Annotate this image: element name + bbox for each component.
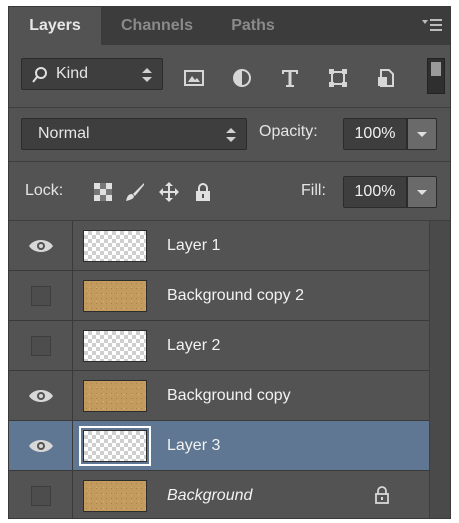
panel-menu-icon[interactable] bbox=[422, 18, 442, 34]
layer-row[interactable]: Background copy 2 bbox=[9, 271, 429, 321]
opacity-dropdown-button[interactable] bbox=[407, 118, 437, 150]
layer-lock-icon[interactable] bbox=[375, 486, 389, 504]
layer-thumbnail[interactable] bbox=[83, 280, 147, 312]
shape-filter-icon[interactable] bbox=[327, 67, 349, 89]
layer-row-selected[interactable]: Layer 3 bbox=[9, 421, 429, 471]
tab-layers[interactable]: Layers bbox=[9, 7, 101, 45]
hidden-visibility-box bbox=[31, 486, 51, 506]
filter-row: Kind bbox=[9, 45, 450, 107]
layers-panel: Layers Channels Paths Kind Normal Opacit… bbox=[8, 6, 451, 519]
filter-toggle-switch[interactable] bbox=[427, 58, 445, 94]
eye-icon bbox=[29, 390, 53, 402]
layer-row[interactable]: Background copy bbox=[9, 371, 429, 421]
filter-kind-label: Kind bbox=[56, 65, 89, 82]
layer-row[interactable]: Background bbox=[9, 471, 429, 518]
layer-thumbnail[interactable] bbox=[79, 426, 151, 466]
blend-row: Normal Opacity: 100% bbox=[9, 107, 450, 161]
opacity-input[interactable]: 100% bbox=[343, 118, 407, 150]
lock-position-icon[interactable] bbox=[159, 182, 179, 202]
eye-icon bbox=[29, 240, 53, 252]
layer-name[interactable]: Background copy 2 bbox=[167, 271, 304, 320]
visibility-toggle[interactable] bbox=[9, 271, 73, 320]
panel-tab-bar: Layers Channels Paths bbox=[9, 7, 450, 45]
smart-object-filter-icon[interactable] bbox=[375, 67, 397, 89]
layer-thumbnail[interactable] bbox=[83, 480, 147, 512]
layer-row[interactable]: Layer 2 bbox=[9, 321, 429, 371]
hidden-visibility-box bbox=[31, 336, 51, 356]
blend-mode-select[interactable]: Normal bbox=[21, 118, 247, 150]
lock-label: Lock: bbox=[25, 182, 64, 199]
hidden-visibility-box bbox=[31, 286, 51, 306]
lock-all-icon[interactable] bbox=[193, 182, 213, 202]
layer-name[interactable]: Background bbox=[167, 471, 252, 518]
select-arrows-icon bbox=[142, 68, 152, 82]
layer-name[interactable]: Background copy bbox=[167, 371, 291, 420]
adjustment-filter-icon[interactable] bbox=[231, 67, 253, 89]
visibility-toggle[interactable] bbox=[9, 221, 73, 270]
fill-label: Fill: bbox=[301, 182, 326, 199]
fill-input[interactable]: 100% bbox=[343, 176, 407, 208]
layers-scrollbar[interactable] bbox=[429, 221, 450, 518]
layer-thumbnail[interactable] bbox=[83, 330, 147, 362]
layer-name[interactable]: Layer 2 bbox=[167, 321, 220, 370]
image-filter-icon[interactable] bbox=[183, 67, 205, 89]
visibility-toggle[interactable] bbox=[9, 421, 73, 470]
lock-row: Lock: Fill: 100% bbox=[9, 162, 450, 220]
tab-paths[interactable]: Paths bbox=[215, 7, 291, 45]
layer-name[interactable]: Layer 3 bbox=[167, 421, 220, 470]
lock-image-pixels-icon[interactable] bbox=[125, 182, 145, 202]
tab-channels[interactable]: Channels bbox=[105, 7, 209, 45]
visibility-toggle[interactable] bbox=[9, 371, 73, 420]
fill-dropdown-button[interactable] bbox=[407, 176, 437, 208]
visibility-toggle[interactable] bbox=[9, 321, 73, 370]
layer-name[interactable]: Layer 1 bbox=[167, 221, 220, 270]
visibility-toggle[interactable] bbox=[9, 471, 73, 518]
eye-icon bbox=[29, 440, 53, 452]
layer-row[interactable]: Layer 1 bbox=[9, 221, 429, 271]
filter-toggle-knob bbox=[431, 62, 441, 76]
layers-list: Layer 1 Background copy 2 Layer 2 Backgr… bbox=[9, 221, 429, 518]
layer-thumbnail[interactable] bbox=[83, 380, 147, 412]
layer-thumbnail[interactable] bbox=[83, 230, 147, 262]
blend-mode-label: Normal bbox=[38, 125, 90, 142]
filter-kind-select[interactable]: Kind bbox=[21, 58, 163, 90]
search-icon bbox=[32, 67, 47, 83]
opacity-label: Opacity: bbox=[259, 123, 318, 140]
lock-transparent-pixels-icon[interactable] bbox=[93, 182, 113, 202]
select-arrows-icon bbox=[226, 128, 236, 142]
type-filter-icon[interactable] bbox=[279, 67, 301, 89]
